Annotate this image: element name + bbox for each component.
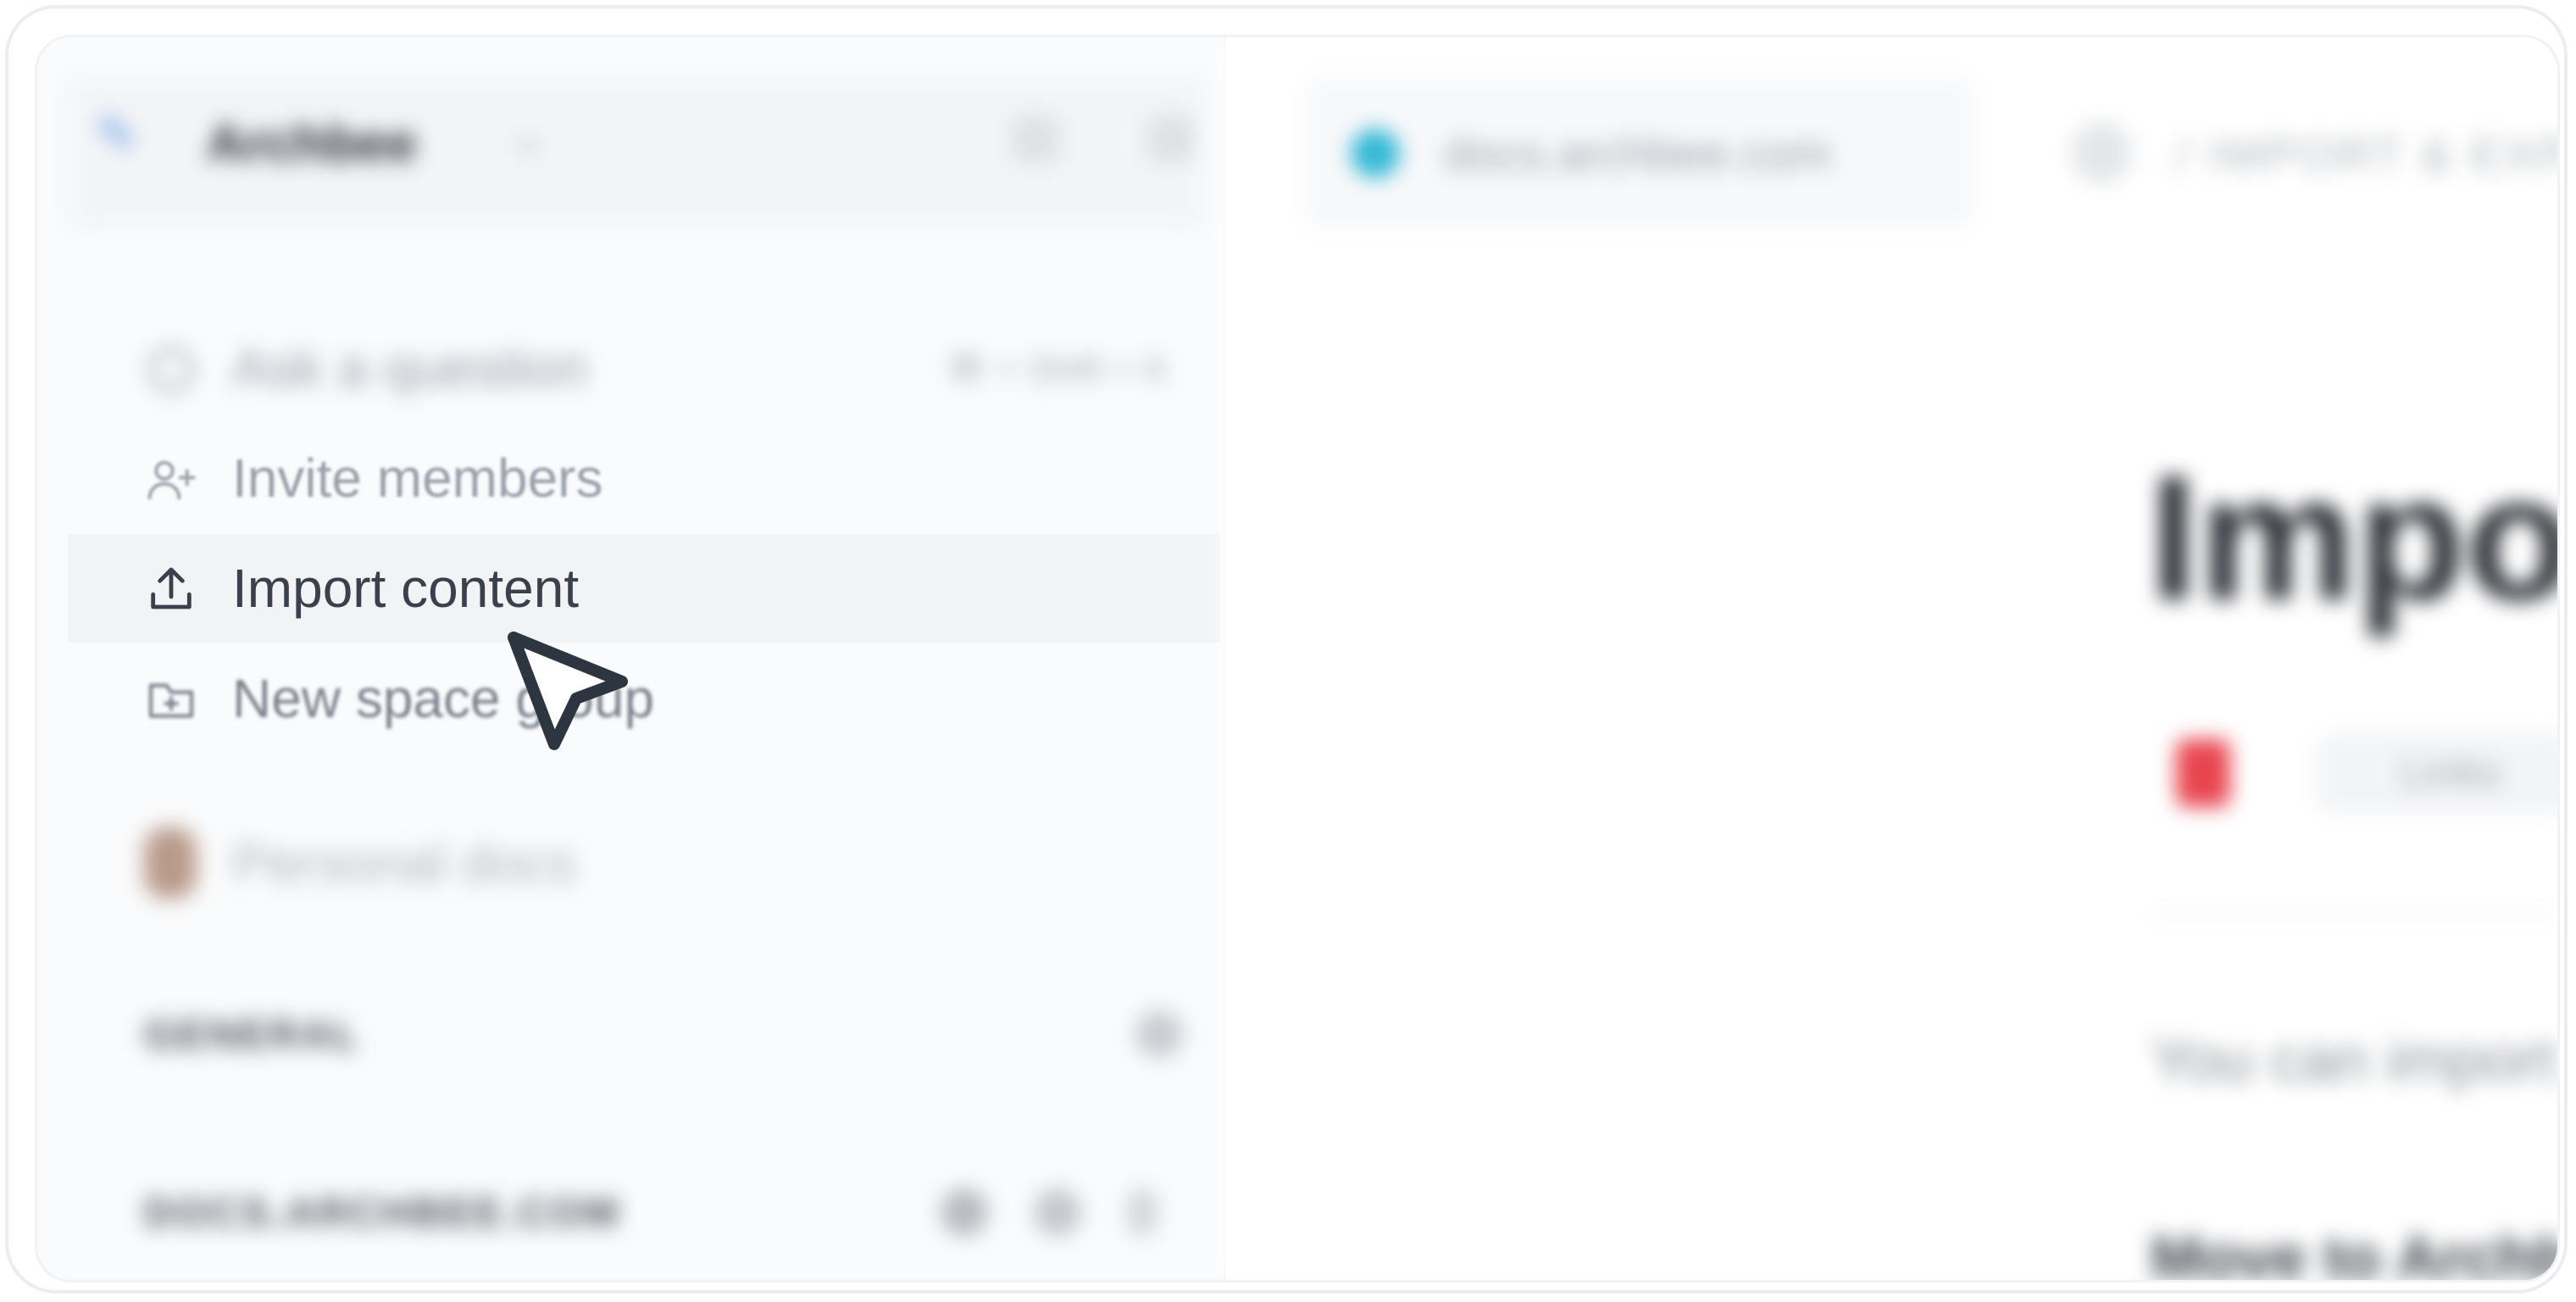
site-favicon-icon [1351, 129, 1400, 178]
menu-item-import-label: Import content [232, 558, 580, 619]
main-content: docs.archbee.com / IMPORT & EXPORT Impor… [1224, 37, 2557, 1280]
menu-item-invite-label: Invite members [232, 448, 603, 509]
menu-item-invite[interactable]: Invite members [68, 424, 1220, 532]
chevron-down-icon[interactable] [1127, 1188, 1158, 1236]
upload-icon [151, 567, 192, 609]
shortcut-hint: ⌘ + Shift + K [947, 348, 1169, 390]
breadcrumb: / IMPORT & EXPORT [2176, 130, 2557, 181]
personal-space-label: Personal docs [232, 832, 576, 893]
site-url: docs.archbee.com [1444, 126, 1832, 180]
status-badge [2176, 739, 2230, 807]
divider [2151, 914, 2557, 916]
section-heading: Move to Archbee [2151, 1225, 2557, 1280]
settings-icon[interactable] [941, 1188, 988, 1236]
menu-item-import[interactable]: Import content [68, 534, 1220, 643]
avatar [144, 827, 197, 899]
collapse-sidebar-icon[interactable] [1147, 115, 1195, 163]
page-title: Import content [2149, 438, 2557, 637]
mouse-pointer-icon [508, 632, 628, 750]
section-general[interactable]: GENERAL [68, 978, 1220, 1087]
chevron-down-icon: ⌄ [512, 114, 545, 159]
section-general-label: GENERAL [144, 1013, 361, 1058]
question-icon [148, 347, 194, 392]
personal-space[interactable]: Personal docs [68, 809, 1220, 917]
folder-plus-icon [148, 683, 194, 718]
add-icon[interactable] [1135, 1010, 1183, 1058]
search-icon[interactable] [1012, 115, 1059, 163]
external-link-icon[interactable] [2071, 122, 2132, 183]
menu-item-ask-label: Ask a question [232, 337, 588, 398]
app-window: ✎ Archbee ⌄ Ask a question ⌘ + Shift + K [37, 37, 2557, 1280]
org-name: Archbee [207, 114, 418, 173]
section-docs-label: DOCS.ARCHBEE.COM [144, 1191, 621, 1236]
links-label: Links [2401, 748, 2501, 796]
add-user-icon [147, 460, 196, 500]
archbee-logo-icon: ✎ [97, 108, 138, 163]
window-frame: ✎ Archbee ⌄ Ask a question ⌘ + Shift + K [5, 5, 2568, 1294]
section-docs[interactable]: DOCS.ARCHBEE.COM [68, 1156, 1220, 1265]
menu-item-ask[interactable]: Ask a question ⌘ + Shift + K [68, 314, 1220, 422]
add-icon[interactable] [1034, 1188, 1081, 1236]
page-description: You can import content from [2151, 1027, 2557, 1094]
